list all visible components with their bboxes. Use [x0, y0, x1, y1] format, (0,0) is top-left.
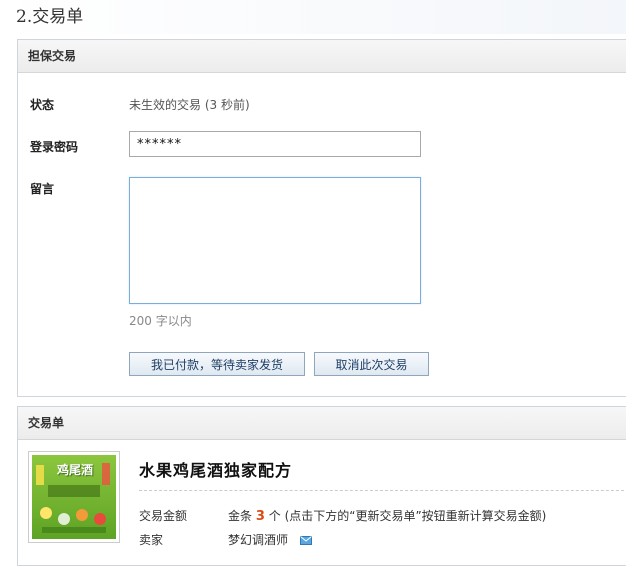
cancel-trade-button[interactable]: 取消此次交易 — [314, 352, 429, 376]
message-hint: 200 字以内 — [129, 314, 192, 328]
status-label: 状态 — [30, 98, 55, 112]
order-panel: 交易单 鸡尾酒 水果鸡尾酒独家配方 交易金额 金条 3 个 (点击下方的“更新交… — [17, 406, 626, 566]
message-label: 留言 — [30, 182, 55, 196]
escrow-panel: 担保交易 状态 未生效的交易 (3 秒前) 登录密码 留言 200 字以内 我已… — [17, 39, 626, 397]
seller-row: 梦幻调酒师 — [228, 531, 312, 548]
escrow-panel-header: 担保交易 — [18, 40, 626, 73]
seller-name[interactable]: 梦幻调酒师 — [228, 533, 288, 547]
paid-waiting-button[interactable]: 我已付款，等待卖家发货 — [129, 352, 305, 376]
order-panel-header: 交易单 — [18, 407, 626, 440]
amount-value-row: 金条 3 个 (点击下方的“更新交易单”按钮重新计算交易金额) — [228, 507, 546, 524]
amount-unit: 个 — [268, 509, 281, 523]
status-value: 未生效的交易 (3 秒前) — [129, 98, 250, 112]
password-input[interactable] — [129, 131, 421, 157]
password-label: 登录密码 — [30, 140, 79, 154]
seller-label: 卖家 — [139, 533, 164, 547]
amount-label: 交易金额 — [139, 509, 188, 523]
product-cover-image[interactable]: 鸡尾酒 — [28, 451, 120, 543]
title-divider — [139, 490, 626, 491]
message-textarea[interactable] — [129, 177, 421, 304]
page-title: 2.交易单 — [0, 0, 626, 34]
amount-number: 3 — [255, 509, 265, 524]
product-title[interactable]: 水果鸡尾酒独家配方 — [139, 457, 292, 481]
amount-note: (点击下方的“更新交易单”按钮重新计算交易金额) — [284, 509, 547, 523]
mail-icon[interactable] — [299, 536, 312, 545]
cover-artwork: 鸡尾酒 — [32, 455, 116, 539]
amount-prefix: 金条 — [228, 509, 253, 523]
cover-title-text: 鸡尾酒 — [56, 463, 93, 477]
